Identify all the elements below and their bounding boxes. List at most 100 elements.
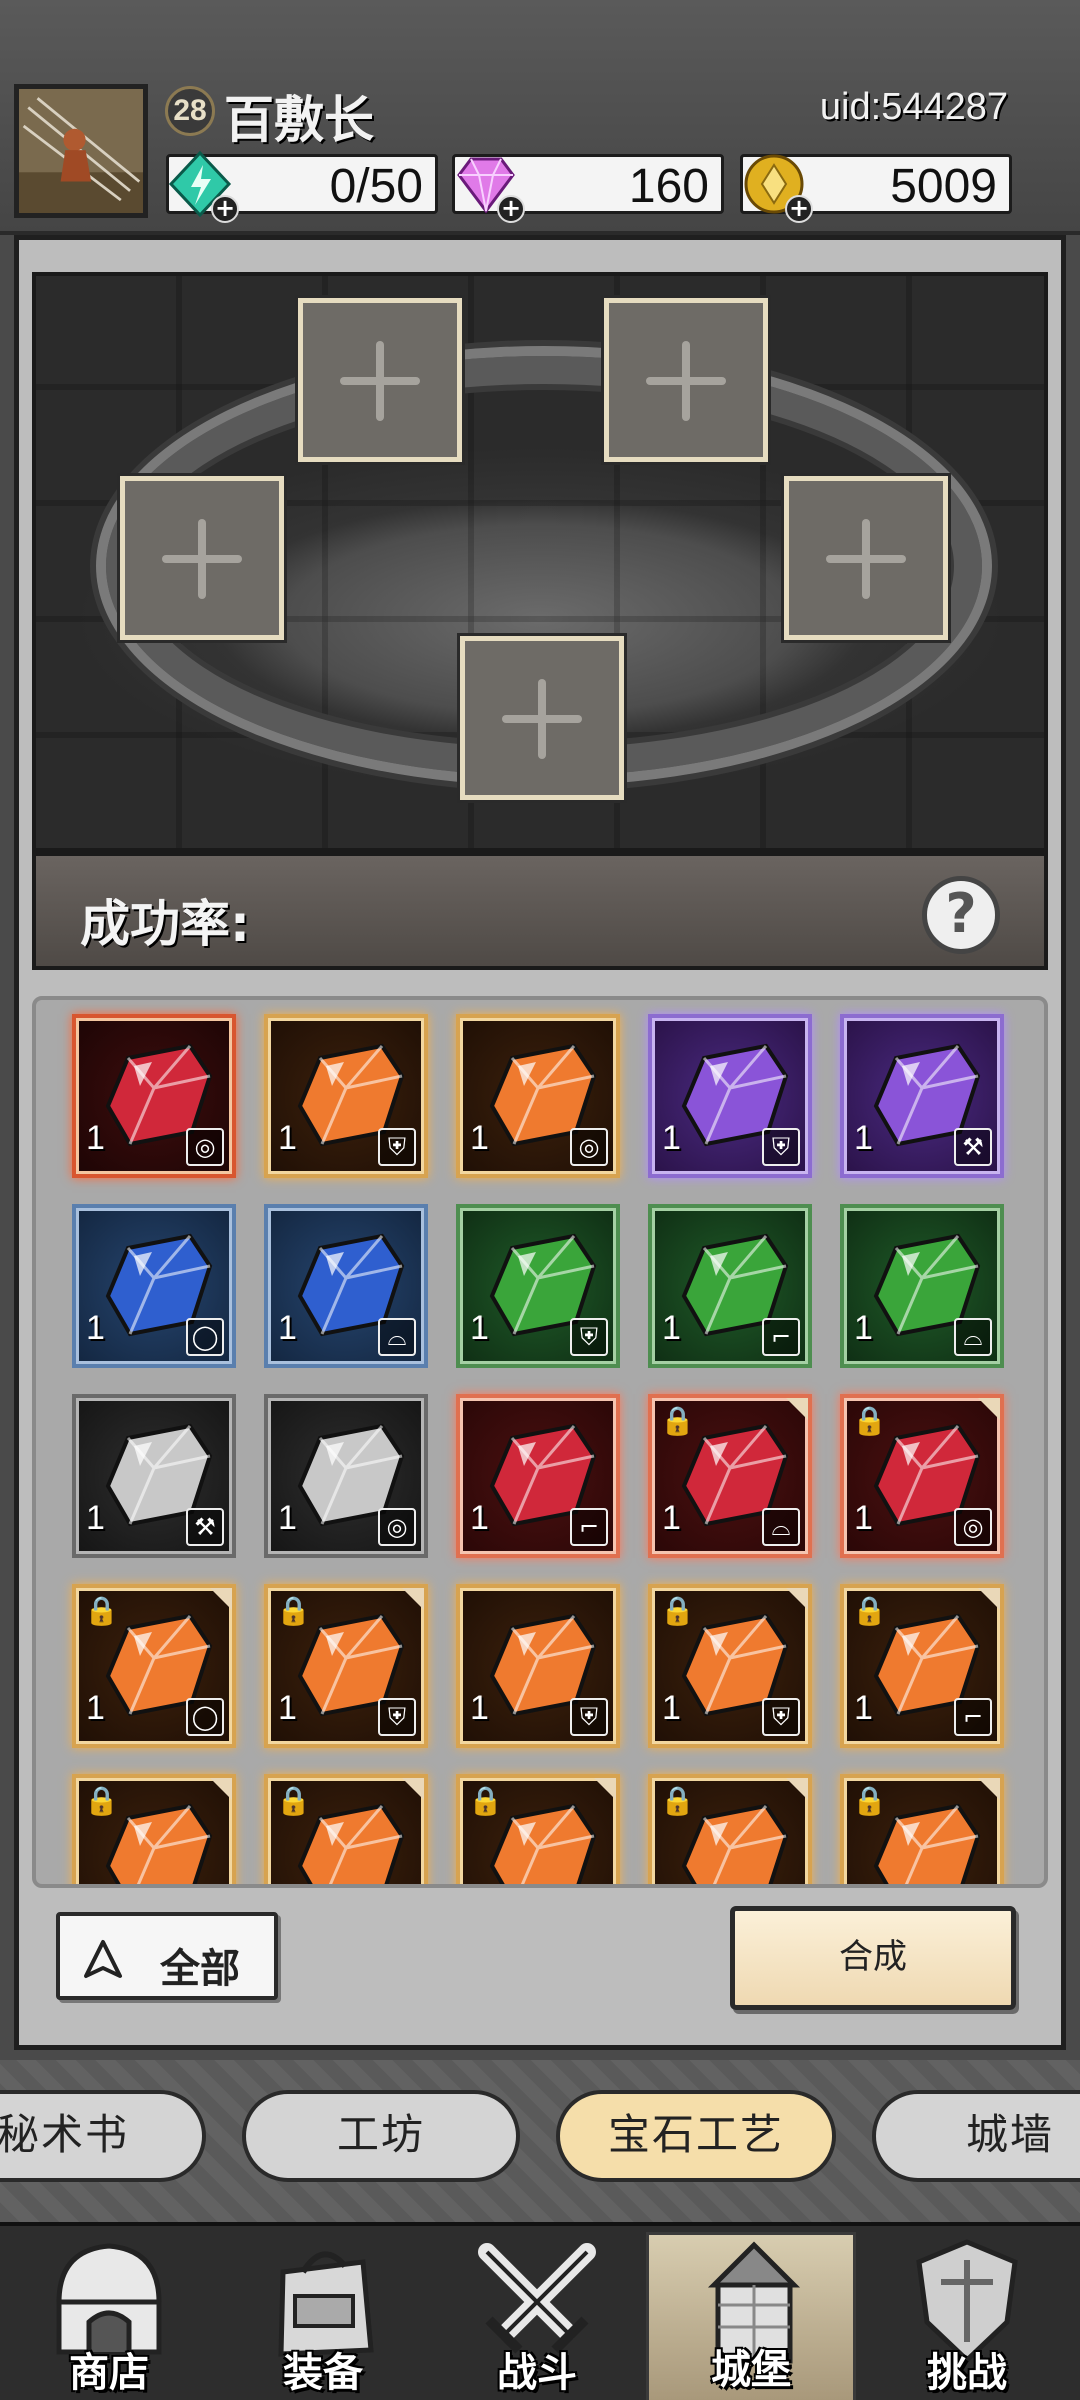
- gem-item[interactable]: 1 ⛨: [456, 1204, 620, 1368]
- tab-spellbook[interactable]: 秘术书: [0, 2090, 206, 2182]
- nav-shop[interactable]: 商店: [4, 2232, 214, 2400]
- lock-icon: 🔒: [276, 1594, 311, 1627]
- gold-resource[interactable]: + 5009: [740, 154, 1012, 223]
- player-avatar[interactable]: [14, 84, 148, 218]
- gem-count: 1: [662, 1689, 681, 1727]
- gem-item[interactable]: 1 ⛨: [648, 1014, 812, 1178]
- add-energy-icon[interactable]: +: [211, 195, 239, 223]
- top-bar: 28 百敷长 uid:544287 + 0/50 + 160 + 5009: [0, 0, 1080, 235]
- gem-count: 1: [470, 1119, 489, 1157]
- new-corner-marker: [402, 1588, 424, 1610]
- armor-slot-icon: ⛨: [378, 1128, 416, 1166]
- success-rate-bar: 成功率: ?: [32, 852, 1048, 970]
- help-button[interactable]: ?: [922, 876, 1000, 954]
- gem-item[interactable]: 🔒: [264, 1774, 428, 1884]
- gem-count: 1: [86, 1689, 105, 1727]
- bottom-nav: 商店 装备 战斗 城堡 挑战: [0, 2222, 1080, 2400]
- gem-item[interactable]: 🔒: [72, 1774, 236, 1884]
- gem-item[interactable]: 1 ⚒: [72, 1394, 236, 1558]
- nav-shop-label: 商店: [69, 2350, 149, 2396]
- new-corner-marker: [786, 1778, 808, 1800]
- player-uid: uid:544287: [819, 86, 1008, 128]
- gem-count: 1: [278, 1119, 297, 1157]
- add-gold-icon[interactable]: +: [785, 195, 813, 223]
- success-rate-label: 成功率:: [80, 895, 250, 953]
- diamond-value: 160: [628, 160, 709, 213]
- lock-icon: 🔒: [84, 1594, 119, 1627]
- gem-count: 1: [662, 1499, 681, 1537]
- tab-workshop[interactable]: 工坊: [242, 2090, 520, 2182]
- filter-all-button[interactable]: 全部: [56, 1912, 278, 2000]
- nav-castle-label: 城堡: [711, 2347, 791, 2393]
- gem-count: 1: [86, 1119, 105, 1157]
- ring-slot-icon: ◯: [186, 1318, 224, 1356]
- lock-icon: 🔒: [276, 1784, 311, 1817]
- gem-item[interactable]: 1 ◎: [456, 1014, 620, 1178]
- gem-item[interactable]: 🔒 1 ⛨: [264, 1584, 428, 1748]
- lock-icon: 🔒: [660, 1594, 695, 1627]
- gem-slot-2[interactable]: [604, 298, 768, 462]
- gem-item[interactable]: 🔒 1 ⛨: [648, 1584, 812, 1748]
- gem-item[interactable]: 🔒 1 ⌐: [840, 1584, 1004, 1748]
- tab-gem-craft[interactable]: 宝石工艺: [556, 2090, 836, 2182]
- necklace-slot-icon: ◎: [378, 1508, 416, 1546]
- nav-equipment[interactable]: 装备: [218, 2232, 428, 2400]
- nav-battle[interactable]: 战斗: [432, 2232, 642, 2400]
- gem-count: 1: [662, 1119, 681, 1157]
- lock-icon: 🔒: [852, 1784, 887, 1817]
- gem-count: 1: [854, 1689, 873, 1727]
- gem-item[interactable]: 1 ⚒: [840, 1014, 1004, 1178]
- diamond-resource[interactable]: + 160: [452, 154, 724, 223]
- gem-inventory-grid[interactable]: 1 ◎ 1 ⛨ 1 ◎ 1 ⛨ 1 ⚒ 1 ◯ 1 ⌓ 1 ⛨ 1 ⌐ 1 ⌓ 1 ⚒ 1 ◎ 1 ⌐ 🔒 1 ⌓ 🔒 1 ◎ 🔒 1 ◯ 🔒 1 ⛨ 1 ⛨…: [32, 996, 1048, 1888]
- helmet-slot-icon: ⌓: [378, 1318, 416, 1356]
- gem-item[interactable]: 1 ⌓: [840, 1204, 1004, 1368]
- gem-item[interactable]: 🔒: [840, 1774, 1004, 1884]
- gem-item[interactable]: 🔒 1 ◯: [72, 1584, 236, 1748]
- gem-item[interactable]: 1 ◯: [72, 1204, 236, 1368]
- gem-item[interactable]: 1 ⛨: [456, 1584, 620, 1748]
- player-name: 百敷长: [224, 91, 374, 149]
- gem-item[interactable]: 🔒: [456, 1774, 620, 1884]
- necklace-slot-icon: ◎: [954, 1508, 992, 1546]
- new-corner-marker: [210, 1778, 232, 1800]
- gem-count: 1: [854, 1309, 873, 1347]
- boots-slot-icon: ⌐: [570, 1508, 608, 1546]
- gem-item[interactable]: 1 ◎: [72, 1014, 236, 1178]
- nav-challenge[interactable]: 挑战: [862, 2232, 1072, 2400]
- gem-count: 1: [278, 1499, 297, 1537]
- nav-castle[interactable]: 城堡: [646, 2232, 856, 2400]
- gem-item[interactable]: 🔒 1 ◎: [840, 1394, 1004, 1558]
- gem-item[interactable]: 1 ⌐: [648, 1204, 812, 1368]
- necklace-slot-icon: ◎: [186, 1128, 224, 1166]
- gem-item[interactable]: 1 ◎: [264, 1394, 428, 1558]
- armor-slot-icon: ⛨: [378, 1698, 416, 1736]
- gem-item[interactable]: 1 ⛨: [264, 1014, 428, 1178]
- new-corner-marker: [978, 1588, 1000, 1610]
- gem-item[interactable]: 1 ⌓: [264, 1204, 428, 1368]
- new-corner-marker: [978, 1398, 1000, 1420]
- magic-circle-stage: [32, 272, 1048, 852]
- gem-count: 1: [854, 1119, 873, 1157]
- add-diamond-icon[interactable]: +: [497, 195, 525, 223]
- synthesize-button[interactable]: 合成: [730, 1906, 1016, 2010]
- lock-icon: 🔒: [660, 1784, 695, 1817]
- gem-slot-4[interactable]: [784, 476, 948, 640]
- gem-item[interactable]: 1 ⌐: [456, 1394, 620, 1558]
- gem-count: 1: [278, 1309, 297, 1347]
- new-corner-marker: [786, 1398, 808, 1420]
- gem-count: 1: [854, 1499, 873, 1537]
- tab-city-wall[interactable]: 城墙: [872, 2090, 1080, 2182]
- gem-count: 1: [86, 1499, 105, 1537]
- new-corner-marker: [210, 1588, 232, 1610]
- energy-resource[interactable]: + 0/50: [166, 150, 438, 223]
- gem-slot-3[interactable]: [120, 476, 284, 640]
- necklace-slot-icon: ◎: [570, 1128, 608, 1166]
- gem-slot-1[interactable]: [298, 298, 462, 462]
- gem-count: 1: [470, 1309, 489, 1347]
- lock-icon: 🔒: [852, 1404, 887, 1437]
- gem-slot-5[interactable]: [460, 636, 624, 800]
- gem-item[interactable]: 🔒: [648, 1774, 812, 1884]
- new-corner-marker: [594, 1778, 616, 1800]
- armor-slot-icon: ⛨: [570, 1318, 608, 1356]
- gem-item[interactable]: 🔒 1 ⌓: [648, 1394, 812, 1558]
